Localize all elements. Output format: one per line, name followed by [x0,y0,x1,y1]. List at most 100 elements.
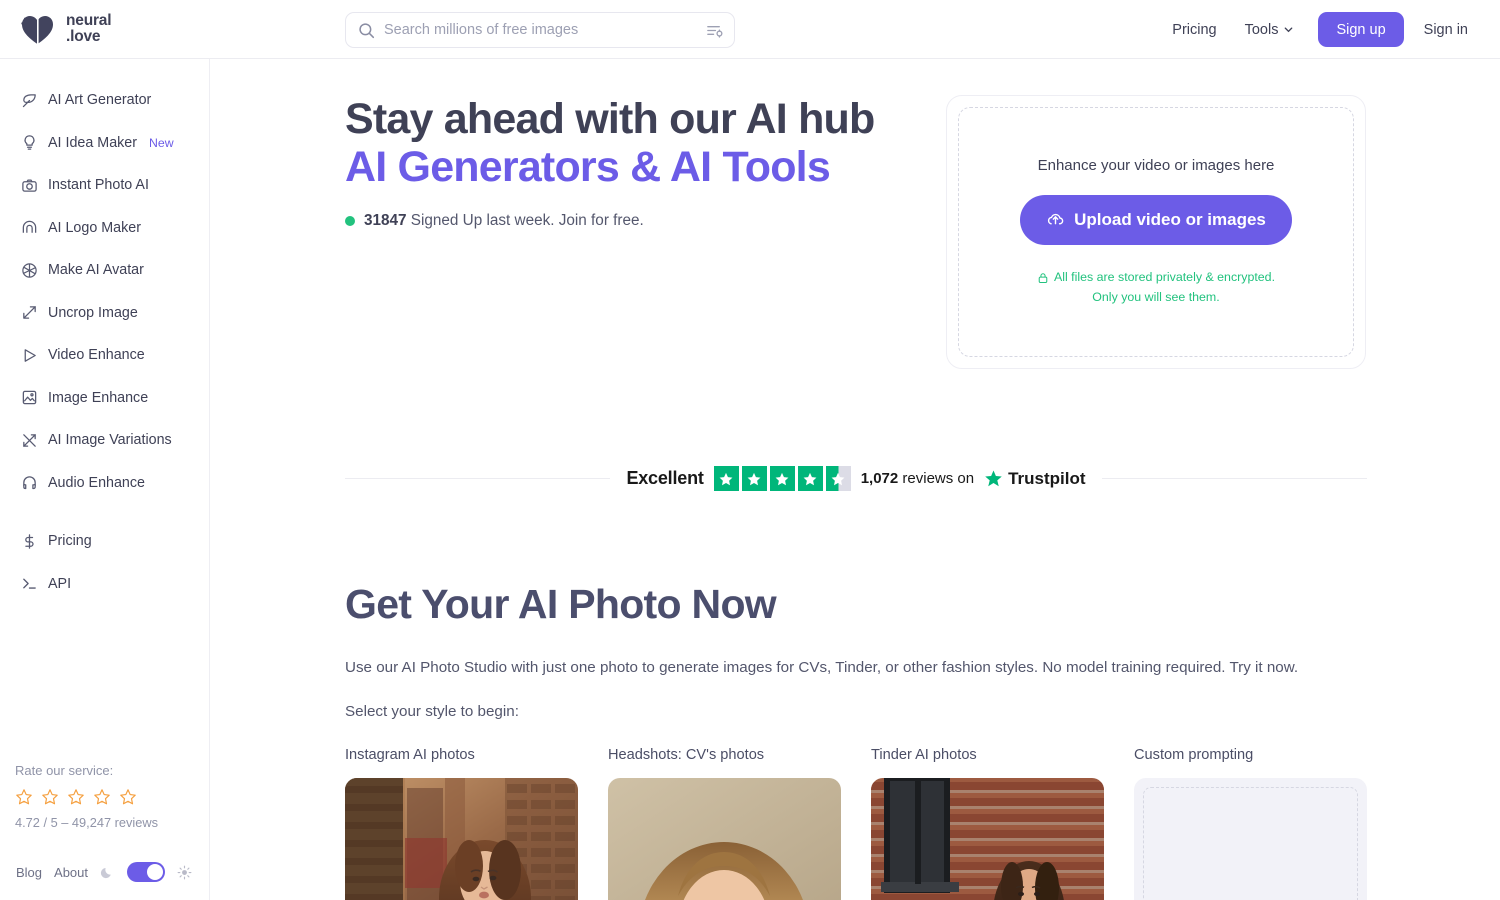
rating-star-4[interactable] [93,788,111,806]
style-card-tinder[interactable]: Tinder AI photos [871,747,1104,900]
style-card-image-headshots[interactable] [608,777,841,900]
trustpilot-row: Excellent 1,072 reviews on Trustpilot [345,466,1367,491]
trustpilot-star-4-icon [797,466,823,491]
style-card-image-instagram[interactable] [345,777,578,900]
sidebar-label: Image Enhance [48,389,149,406]
dollar-icon [21,533,38,550]
sidebar-item-instant-photo-ai[interactable]: Instant Photo AI [0,170,209,200]
sidebar-item-video-enhance[interactable]: Video Enhance [0,340,209,370]
sidebar-footer: Blog About [16,862,192,882]
upload-note-line-1: All files are stored privately & encrypt… [1053,269,1276,284]
blog-link[interactable]: Blog [16,865,42,880]
sidebar-item-ai-art-generator[interactable]: AI Art Generator [0,85,209,115]
sidebar-item-uncrop-image[interactable]: Uncrop Image [0,298,209,328]
theme-toggle-switch[interactable] [127,862,166,882]
moon-icon [100,865,115,880]
style-cards-row: Instagram AI photos Headshots: CV's phot… [345,747,1367,900]
trustpilot-star-2-icon [741,466,767,491]
chevron-down-icon [1283,24,1294,35]
trustpilot-widget[interactable]: Excellent 1,072 reviews on Trustpilot [610,466,1102,491]
style-card-title: Tinder AI photos [871,746,977,763]
sidebar-label: AI Idea Maker [48,134,137,151]
upload-dropzone[interactable]: Enhance your video or images here Upload… [958,107,1354,357]
search-input[interactable] [384,22,705,38]
live-dot-icon [345,216,355,227]
style-card-custom-prompting[interactable]: Custom prompting [1134,747,1367,900]
select-style-label: Select your style to begin: [345,702,519,720]
aperture-icon [21,262,38,279]
sidebar-label: Instant Photo AI [48,177,149,193]
brand-logo-link[interactable]: neural .love [17,10,197,48]
trustpilot-star-3-icon [769,466,795,491]
nav-tools-dropdown[interactable]: Tools [1231,22,1309,38]
divider-left [345,478,611,479]
toggle-knob [147,864,164,880]
upload-card: Enhance your video or images here Upload… [946,95,1366,369]
sidebar-item-ai-image-variations[interactable]: AI Image Variations [0,425,209,455]
trustpilot-reviews-text: 1,072 reviews on [861,470,974,487]
style-card-instagram[interactable]: Instagram AI photos [345,747,578,900]
rating-stars[interactable] [15,788,205,806]
sidebar-item-make-ai-avatar[interactable]: Make AI Avatar [0,255,209,285]
hero-heading-line-2: AI Generators & AI Tools [345,143,831,192]
sign-in-link[interactable]: Sign in [1410,22,1482,38]
rating-star-5[interactable] [119,788,137,806]
sidebar-label: Video Enhance [48,347,145,363]
upload-note-line-2: Only you will see them. [1092,289,1220,304]
trustpilot-star-icon [984,469,1003,488]
rate-our-service-block: Rate our service: 4.72 / 5 – 49,247 revi… [15,763,205,830]
sidebar-badge-new: New [149,135,174,150]
style-card-title: Custom prompting [1134,746,1254,763]
trustpilot-brand-label: Trustpilot [1008,468,1086,488]
brand-text: neural .love [66,13,112,45]
trustpilot-reviews-count: 1,072 [860,470,899,487]
search-box[interactable] [345,12,735,48]
sidebar-label: Audio Enhance [48,474,145,491]
rating-star-1[interactable] [15,788,33,806]
sidebar-item-audio-enhance[interactable]: Audio Enhance [0,468,209,498]
sidebar-item-pricing[interactable]: Pricing [0,526,209,556]
sidebar-label: API [48,575,72,592]
style-card-image-tinder[interactable] [871,777,1104,900]
brand-line-2: .love [66,28,101,45]
trustpilot-star-5-half-icon [825,466,851,491]
sign-up-button[interactable]: Sign up [1318,12,1404,47]
main-content: Stay ahead with our AI hub AI Generators… [210,59,1500,900]
style-card-image-custom[interactable] [1134,777,1367,900]
search-icon [358,22,375,39]
sidebar-item-ai-logo-maker[interactable]: AI Logo Maker [0,213,209,243]
section-heading: Get Your AI Photo Now [345,581,777,627]
filter-settings-icon[interactable] [705,21,724,40]
image-icon [21,389,38,406]
signups-text: Signed Up last week. Join for free. [410,212,644,230]
nav-pricing-link[interactable]: Pricing [1158,22,1230,38]
sidebar-label: AI Art Generator [48,92,152,108]
style-card-headshots[interactable]: Headshots: CV's photos [608,747,841,900]
sidebar-item-api[interactable]: API [0,569,209,599]
trustpilot-brand: Trustpilot [984,468,1086,489]
page-root: neural .love Search millions of free ima… [0,0,1500,900]
left-sidebar: AI Art Generator AI Idea Maker New Insta… [0,59,210,900]
camera-icon [21,177,38,194]
sidebar-item-ai-idea-maker[interactable]: AI Idea Maker New [0,128,209,158]
sidebar-label: Make AI Avatar [48,262,144,278]
sidebar-item-image-enhance[interactable]: Image Enhance [0,383,209,413]
upload-video-or-images-button[interactable]: Upload video or images [1020,194,1292,245]
rating-star-3[interactable] [67,788,85,806]
sun-icon [177,865,192,880]
top-header-bar: neural .love Search millions of free ima… [0,0,1500,59]
sidebar-label: AI Image Variations [48,432,172,448]
signups-count: 31847 [364,212,407,230]
trustpilot-star-1-icon [713,466,739,491]
lightbulb-icon [21,134,38,151]
sidebar-label: AI Logo Maker [48,219,141,236]
shuffle-icon [21,432,38,449]
nav-tools-label: Tools [1244,21,1279,38]
sidebar-label: Uncrop Image [48,304,138,321]
rating-star-2[interactable] [41,788,59,806]
instagram-photo [345,777,578,900]
upload-button-label: Upload video or images [1074,209,1266,229]
about-link[interactable]: About [54,865,88,880]
trustpilot-reviews-label: reviews on [902,470,975,487]
custom-dashed-placeholder [1143,786,1358,900]
